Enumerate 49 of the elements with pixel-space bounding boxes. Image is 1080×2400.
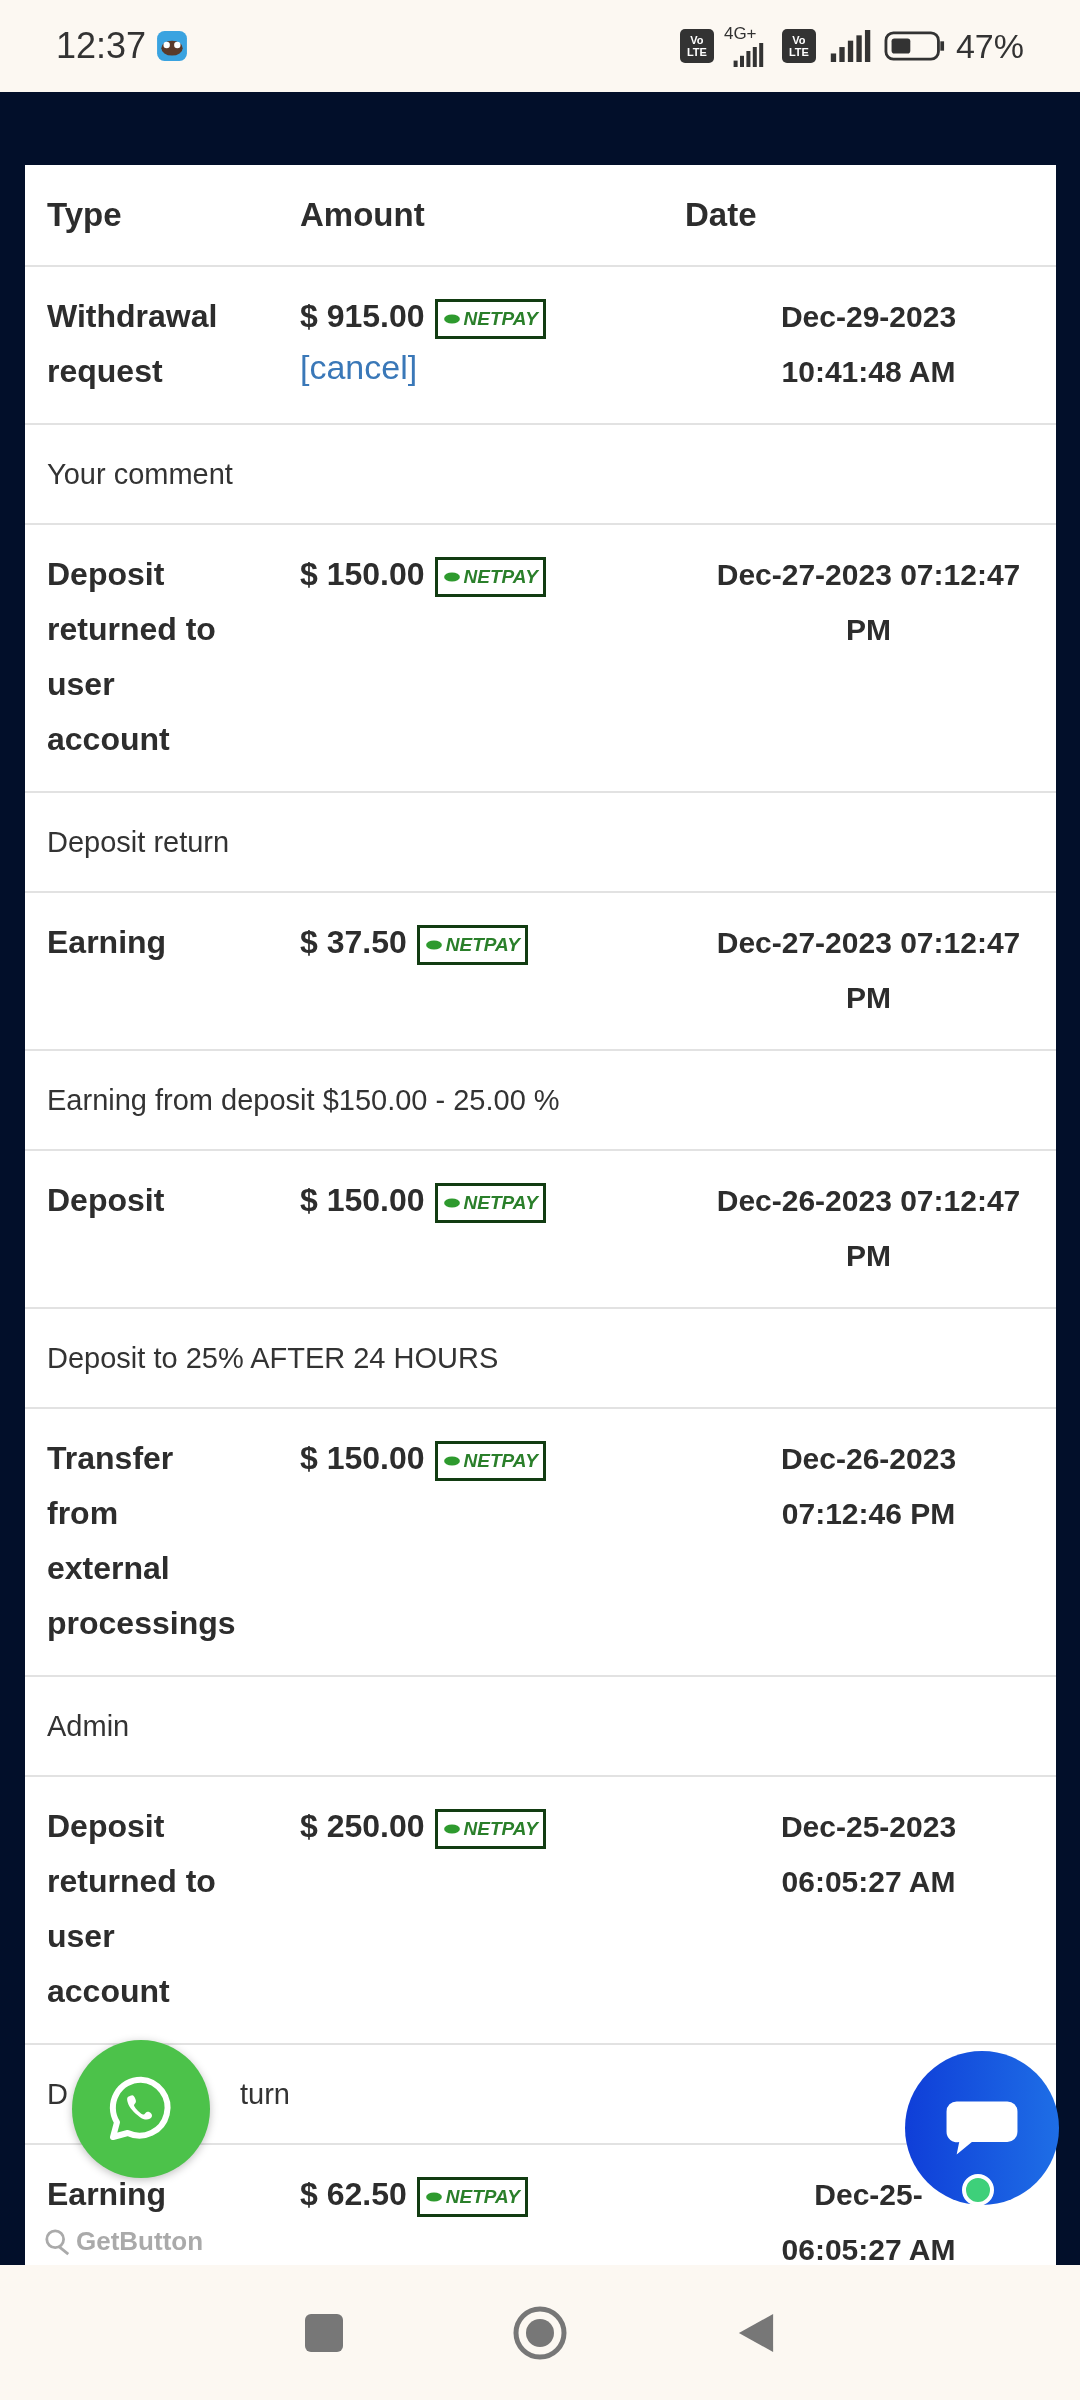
netpay-badge: NETPAY bbox=[416, 2176, 528, 2217]
transaction-type: Deposit returned to user account bbox=[47, 555, 216, 759]
transaction-comment: Your comment bbox=[47, 457, 233, 491]
column-header: Amount bbox=[300, 195, 426, 235]
netpay-badge: NETPAY bbox=[434, 1440, 546, 1481]
app-notification-icon bbox=[156, 30, 189, 62]
netpay-badge: NETPAY bbox=[434, 298, 546, 339]
transaction-date: Dec-29-2023 10:41:48 AM bbox=[780, 299, 957, 390]
transaction-type: Earning bbox=[47, 923, 167, 962]
netpay-badge: NETPAY bbox=[416, 924, 528, 965]
transaction-comment: Deposit return bbox=[47, 825, 230, 859]
recents-button[interactable] bbox=[304, 2313, 343, 2352]
battery-icon bbox=[883, 31, 946, 61]
netpay-badge: NETPAY bbox=[434, 1182, 546, 1223]
cancel-link[interactable]: [cancel] bbox=[300, 344, 418, 390]
battery-percent: 47% bbox=[955, 26, 1024, 66]
transaction-date: Dec-27-2023 07:12:47 PM bbox=[716, 557, 1021, 648]
transaction-type: Earning bbox=[47, 2175, 167, 2214]
transaction-type: Deposit returned to user account bbox=[47, 1807, 216, 2011]
column-header: Date bbox=[685, 195, 758, 235]
volte-badge: Vo LTE bbox=[679, 29, 714, 63]
amount: $ 915.00 bbox=[300, 297, 425, 336]
amount: $ 250.00 bbox=[300, 1807, 425, 1846]
netpay-badge: NETPAY bbox=[434, 556, 546, 597]
transaction-comment: Deposit to 25% AFTER 24 HOURS bbox=[47, 1341, 499, 1375]
amount: $ 150.00 bbox=[300, 555, 425, 594]
transaction-comment: turn bbox=[239, 2077, 290, 2111]
netpay-badge: NETPAY bbox=[434, 1808, 546, 1849]
volte-badge: Vo LTE bbox=[781, 29, 816, 63]
column-header: Type bbox=[47, 195, 123, 235]
transaction-date: Dec-27-2023 07:12:47 PM bbox=[716, 925, 1021, 1016]
transaction-comment: D bbox=[47, 2077, 68, 2111]
amount: $ 150.00 bbox=[300, 1439, 425, 1478]
clock: 12:37 bbox=[56, 25, 147, 67]
transaction-type: Deposit bbox=[47, 1181, 165, 1220]
amount: $ 37.50 bbox=[300, 923, 407, 962]
transaction-comment: Admin bbox=[47, 1709, 130, 1743]
transaction-comment: Earning from deposit $150.00 - 25.00 % bbox=[47, 1083, 560, 1117]
transaction-date: Dec-25-2023 06:05:27 AM bbox=[780, 1809, 957, 1900]
transaction-date: Dec-25- 06:05:27 AM bbox=[781, 2177, 956, 2265]
transaction-date: Dec-26-2023 07:12:46 PM bbox=[780, 1441, 957, 1532]
amount: $ 150.00 bbox=[300, 1181, 425, 1220]
transaction-type: Transfer from external processings bbox=[47, 1439, 236, 1643]
amount: $ 62.50 bbox=[300, 2175, 407, 2214]
network-type: 4G+ bbox=[723, 25, 757, 43]
home-button[interactable] bbox=[512, 2304, 568, 2361]
getbutton-label: GetButton bbox=[44, 2226, 204, 2257]
transaction-date: Dec-26-2023 07:12:47 PM bbox=[716, 1183, 1021, 1274]
transaction-type: Withdrawal request bbox=[47, 297, 218, 391]
